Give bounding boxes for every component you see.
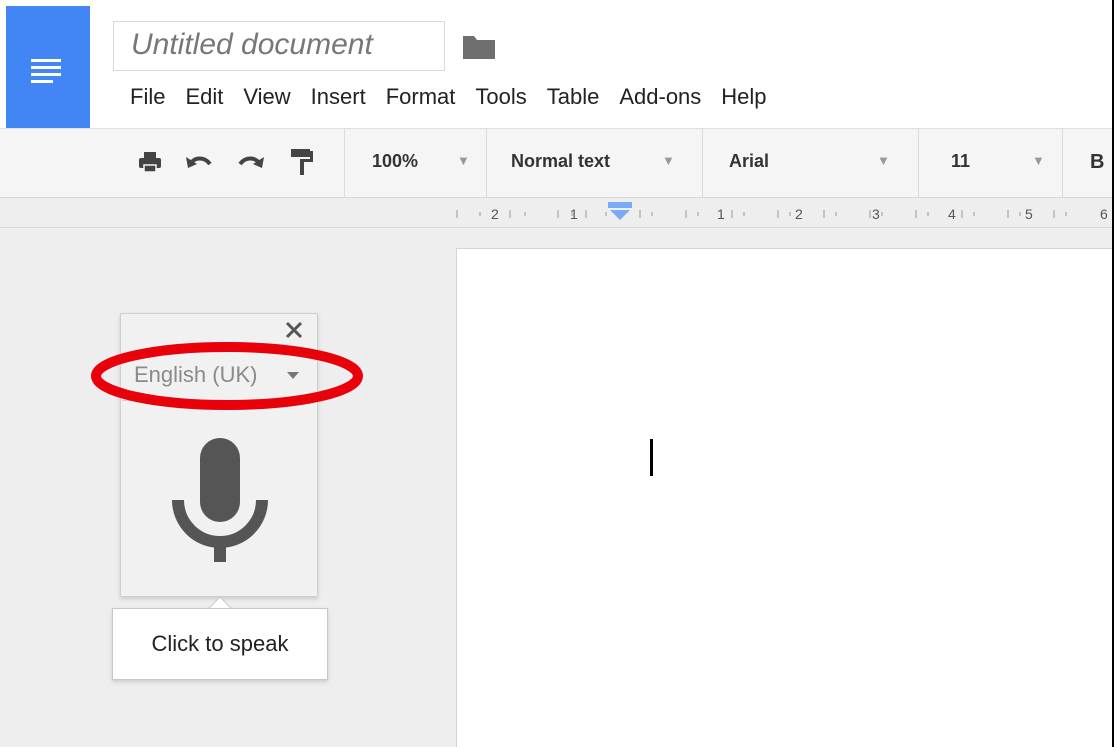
font-select[interactable]: Arial <box>729 151 769 172</box>
style-select[interactable]: Normal text <box>511 151 610 172</box>
menu-file[interactable]: File <box>130 84 165 114</box>
paint-format-icon[interactable] <box>286 147 316 177</box>
ruler-label: 1 <box>717 206 725 222</box>
indent-marker[interactable] <box>608 202 632 208</box>
ruler-label: 1 <box>570 206 578 222</box>
zoom-caret-icon: ▼ <box>457 153 470 168</box>
ruler-label: 4 <box>948 206 956 222</box>
menu-view[interactable]: View <box>243 84 290 114</box>
menu-add-ons[interactable]: Add-ons <box>619 84 701 114</box>
menu-help[interactable]: Help <box>721 84 766 114</box>
menu-tools[interactable]: Tools <box>475 84 526 114</box>
font-size-caret-icon: ▼ <box>1032 153 1045 168</box>
tooltip-text: Click to speak <box>151 631 289 656</box>
red-highlight-ellipse <box>91 342 363 410</box>
font-size-select[interactable]: 11 <box>951 151 970 172</box>
ruler: 2 1 1 2 3 4 5 6 <box>0 198 1114 228</box>
click-to-speak-tooltip: Click to speak <box>112 608 328 680</box>
font-caret-icon: ▼ <box>877 153 890 168</box>
app-frame: Untitled document File Edit View Insert … <box>0 0 1114 747</box>
ruler-label: 6 <box>1100 206 1108 222</box>
microphone-icon[interactable] <box>170 438 270 568</box>
header: Untitled document File Edit View Insert … <box>0 0 1114 128</box>
text-cursor <box>650 439 653 476</box>
close-icon[interactable] <box>282 318 306 342</box>
ruler-label: 2 <box>491 206 499 222</box>
ruler-label: 5 <box>1025 206 1033 222</box>
bold-button[interactable]: B <box>1090 151 1104 174</box>
menu-insert[interactable]: Insert <box>311 84 366 114</box>
toolbar: 100% ▼ Normal text ▼ Arial ▼ 11 ▼ B <box>0 128 1114 199</box>
print-icon[interactable] <box>135 147 165 177</box>
undo-icon[interactable] <box>184 147 214 177</box>
redo-icon[interactable] <box>236 147 266 177</box>
folder-icon[interactable] <box>462 34 496 60</box>
ruler-label: 2 <box>795 206 803 222</box>
zoom-select[interactable]: 100% <box>372 151 418 172</box>
menu-format[interactable]: Format <box>386 84 456 114</box>
docs-home-button[interactable] <box>6 6 90 128</box>
document-page[interactable] <box>456 248 1114 747</box>
document-title-input[interactable]: Untitled document <box>113 21 445 71</box>
indent-marker-triangle[interactable] <box>610 210 630 220</box>
menu-table[interactable]: Table <box>547 84 600 114</box>
docs-logo-icon <box>31 59 61 62</box>
style-caret-icon: ▼ <box>662 153 675 168</box>
menu-edit[interactable]: Edit <box>185 84 223 114</box>
menubar: File Edit View Insert Format Tools Table… <box>130 84 787 114</box>
ruler-ticks <box>456 202 1067 220</box>
ruler-label: 3 <box>872 206 880 222</box>
